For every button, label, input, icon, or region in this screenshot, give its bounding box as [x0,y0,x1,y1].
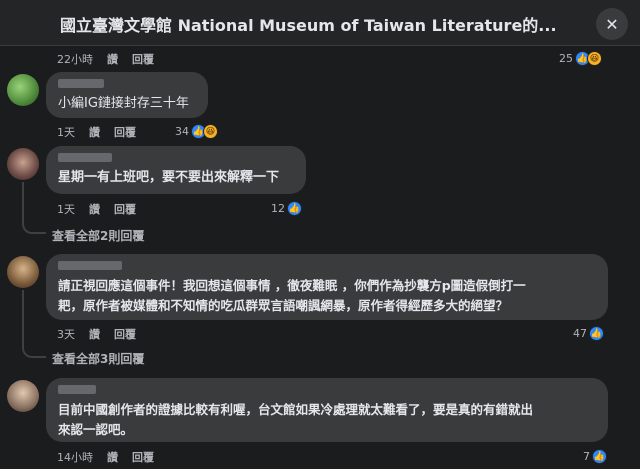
comment-actions: 22小時 讚 回覆 [57,51,168,67]
reply-link[interactable]: 回覆 [114,124,136,140]
reply-link[interactable]: 回覆 [114,201,136,217]
comment-actions: 1天 讚 回覆 [57,201,150,217]
reply-link[interactable]: 回覆 [132,51,154,67]
reaction-summary[interactable]: 34 👍 😆 [175,124,218,139]
like-link[interactable]: 讚 [89,326,100,342]
comment-text: 小編IG鏈接封存三十年 [58,96,189,111]
comment-text-line: 目前中國創作者的證據比較有利喔，台文館如果冷處理就太難看了，要是真的有錯就出 [58,402,534,417]
comment-time[interactable]: 3天 [57,326,75,342]
reaction-summary[interactable]: 47 👍 [573,326,604,341]
comment-bubble: 請正視回應這個事件！我回想這個事情 ，徹夜難眠 ，你們作為抄襲方p圖造假倒打一 … [46,254,608,320]
reaction-count: 12 [271,202,285,215]
redacted-author-name[interactable] [58,385,96,394]
comment-time[interactable]: 14小時 [57,449,93,465]
thread-line [22,182,46,234]
haha-icon: 😆 [203,124,218,139]
comment-bubble: 小編IG鏈接封存三十年 [46,72,208,118]
comment-text: 星期一有上班吧，要不要出來解釋一下 [58,170,280,185]
reaction-count: 47 [573,327,587,340]
avatar[interactable] [7,380,39,412]
comment-actions: 14小時 讚 回覆 [57,449,168,465]
reaction-summary[interactable]: 12 👍 [271,201,302,216]
view-replies-link[interactable]: 查看全部2則回覆 [52,227,144,244]
redacted-author-name[interactable] [58,79,104,88]
comment-time[interactable]: 1天 [57,124,75,140]
haha-icon: 😆 [587,51,602,66]
avatar[interactable] [7,256,39,288]
comment-actions: 1天 讚 回覆 [57,124,150,140]
avatar[interactable] [7,74,39,106]
comment-bubble: 星期一有上班吧，要不要出來解釋一下 [46,146,306,194]
close-icon: ✕ [605,14,619,34]
reply-link[interactable]: 回覆 [132,449,154,465]
comment-bubble: 目前中國創作者的證據比較有利喔，台文館如果冷處理就太難看了，要是真的有錯就出 來… [46,378,608,442]
thread-line [22,290,46,358]
like-icon: 👍 [589,326,604,341]
redacted-author-name[interactable] [58,153,112,162]
like-link[interactable]: 讚 [107,449,118,465]
comment-time[interactable]: 22小時 [57,51,93,67]
like-icon: 👍 [287,201,302,216]
comment-actions: 3天 讚 回覆 [57,326,150,342]
like-link[interactable]: 讚 [89,201,100,217]
reaction-summary[interactable]: 7 👍 [583,449,607,464]
dialog-header: 國立臺灣文學館 National Museum of Taiwan Litera… [0,0,640,46]
reaction-summary[interactable]: 25 👍 😆 [559,51,602,66]
like-link[interactable]: 讚 [89,124,100,140]
comment-text-line: 耙，原作者被媒體和不知情的吃瓜群眾言語嘲諷網暴，原作者得經歷多大的絕望？ [58,298,509,313]
dialog-title: 國立臺灣文學館 National Museum of Taiwan Litera… [60,16,557,35]
reply-link[interactable]: 回覆 [114,326,136,342]
like-icon: 👍 [592,449,607,464]
reaction-count: 7 [583,450,590,463]
avatar[interactable] [7,148,39,180]
comment-text-line: 請正視回應這個事件！我回想這個事情 ，徹夜難眠 ，你們作為抄襲方p圖造假倒打一 [58,278,526,293]
reaction-count: 25 [559,52,573,65]
redacted-author-name[interactable] [58,261,122,270]
comment-text-line: 來認一認吧。 [58,422,134,437]
view-replies-link[interactable]: 查看全部3則回覆 [52,350,144,367]
close-button[interactable]: ✕ [596,8,628,40]
reaction-count: 34 [175,125,189,138]
like-link[interactable]: 讚 [107,51,118,67]
comment-time[interactable]: 1天 [57,201,75,217]
